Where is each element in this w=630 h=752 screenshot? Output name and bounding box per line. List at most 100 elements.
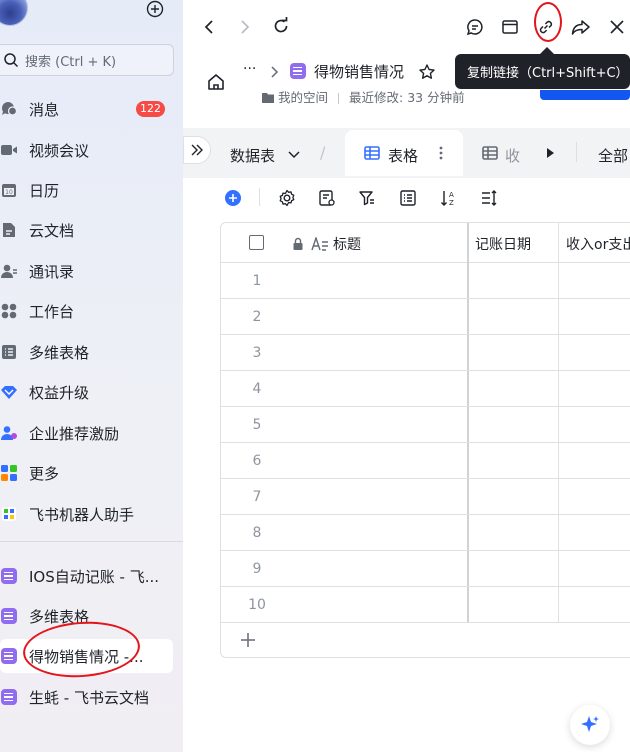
- sidebar-item-label: 消息: [29, 100, 60, 119]
- calendar-icon: 10: [0, 181, 18, 199]
- sidebar-item-label: 得物销售情况 -...: [29, 647, 144, 666]
- bot-icon: [0, 505, 18, 523]
- space-link[interactable]: 我的空间: [278, 90, 328, 105]
- toolbar-divider: [259, 188, 260, 206]
- add-row-icon[interactable]: [239, 631, 257, 653]
- column-header-income-expense[interactable]: 收入or支出: [566, 234, 630, 254]
- tab-grid-label: 表格: [388, 147, 419, 165]
- breadcrumb-ellipsis[interactable]: ···: [243, 61, 256, 77]
- row-number: 7: [252, 489, 262, 505]
- tab-collapsed-view[interactable]: 收: [505, 145, 520, 166]
- table-row[interactable]: 10: [221, 587, 630, 623]
- search-input[interactable]: 搜索 (Ctrl + K): [0, 44, 174, 76]
- sidebar-doc-ios-accounting[interactable]: IOS自动记账 - 飞...: [0, 559, 175, 593]
- sidebar-item-workspace[interactable]: 工作台: [0, 294, 175, 328]
- search-icon: [4, 53, 19, 68]
- row-number: 6: [252, 453, 262, 469]
- last-modified: 最近修改: 33 分钟前: [349, 90, 465, 105]
- sidebar: 搜索 (Ctrl + K) 消息 122 视频会议 10 日历 云文档 通讯录 …: [0, 0, 183, 752]
- grid-view-icon: [480, 143, 500, 163]
- tab-all[interactable]: 全部: [598, 145, 628, 166]
- sidebar-item-messages[interactable]: 消息 122: [0, 92, 175, 126]
- table-row[interactable]: 5: [221, 407, 630, 443]
- window-icon[interactable]: [500, 17, 520, 37]
- table-row[interactable]: 9: [221, 551, 630, 587]
- page-title[interactable]: 得物销售情况: [314, 61, 404, 82]
- folder-icon: [262, 93, 274, 103]
- column-header-date[interactable]: 记账日期: [475, 234, 531, 254]
- ai-assistant-button[interactable]: [570, 705, 610, 745]
- sidebar-item-calendar[interactable]: 10 日历: [0, 173, 175, 207]
- add-record-icon[interactable]: [223, 188, 243, 208]
- search-placeholder: 搜索 (Ctrl + K): [25, 54, 117, 70]
- avatar[interactable]: [0, 0, 28, 26]
- filter-icon[interactable]: [357, 188, 377, 208]
- base-table-icon: [0, 343, 18, 361]
- star-icon[interactable]: [417, 62, 437, 82]
- sort-icon[interactable]: AZ: [439, 188, 459, 208]
- group-icon[interactable]: [398, 188, 418, 208]
- base-doc-icon: [0, 607, 18, 625]
- sidebar-item-bot[interactable]: 飞书机器人助手: [0, 497, 175, 531]
- share-icon[interactable]: [571, 17, 591, 37]
- tab-divider: [576, 142, 577, 162]
- table-row[interactable]: 8: [221, 515, 630, 551]
- sidebar-item-more[interactable]: 更多: [0, 456, 175, 490]
- back-icon[interactable]: [199, 17, 219, 37]
- lock-icon: [292, 236, 304, 255]
- base-doc-icon: [0, 567, 18, 585]
- close-icon[interactable]: [607, 17, 627, 37]
- sidebar-item-label: IOS自动记账 - 飞...: [29, 567, 160, 586]
- sidebar-item-label: 视频会议: [29, 141, 90, 160]
- sidebar-item-contacts[interactable]: 通讯录: [0, 254, 175, 288]
- sidebar-item-label: 更多: [29, 464, 60, 483]
- comment-icon[interactable]: [465, 17, 485, 37]
- chevron-down-icon[interactable]: [284, 145, 304, 165]
- row-number: 3: [252, 345, 262, 361]
- sidebar-item-label: 飞书机器人助手: [29, 505, 135, 524]
- cloud-doc-icon: [0, 221, 18, 239]
- tooltip-arrow: [540, 47, 554, 54]
- datatable-selector[interactable]: 数据表: [230, 145, 275, 166]
- column-header-title[interactable]: 标题: [333, 234, 361, 254]
- svg-text:A: A: [449, 191, 454, 199]
- link-icon[interactable]: [536, 17, 556, 37]
- sidebar-doc-base[interactable]: 多维表格: [0, 599, 175, 633]
- select-all-checkbox[interactable]: [249, 235, 264, 250]
- copy-link-tooltip: 复制链接（Ctrl+Shift+C）: [455, 54, 630, 89]
- video-camera-icon: [0, 141, 18, 159]
- table-row[interactable]: 3: [221, 335, 630, 371]
- row-height-icon[interactable]: [479, 188, 499, 208]
- add-icon[interactable]: [146, 0, 164, 18]
- expand-sidebar-icon[interactable]: [183, 136, 211, 164]
- sidebar-item-docs[interactable]: 云文档: [0, 213, 175, 247]
- table-row[interactable]: 7: [221, 479, 630, 515]
- sidebar-item-video-meeting[interactable]: 视频会议: [0, 133, 175, 167]
- table-row[interactable]: 1: [221, 263, 630, 299]
- forward-icon[interactable]: [235, 17, 255, 37]
- sidebar-item-upgrade[interactable]: 权益升级: [0, 375, 175, 409]
- row-number: 2: [252, 309, 262, 325]
- sidebar-item-base[interactable]: 多维表格: [0, 335, 175, 369]
- refresh-icon[interactable]: [271, 16, 291, 36]
- workspace-grid-icon: [0, 302, 18, 320]
- play-triangle-icon[interactable]: [540, 143, 560, 163]
- sidebar-item-referral[interactable]: 企业推荐激励: [0, 416, 175, 450]
- field-config-icon[interactable]: [317, 188, 337, 208]
- table-row[interactable]: 6: [221, 443, 630, 479]
- row-number: 4: [252, 381, 262, 397]
- sidebar-item-label: 权益升级: [29, 383, 90, 402]
- home-icon[interactable]: [206, 72, 226, 92]
- share-button[interactable]: [540, 90, 630, 100]
- sidebar-doc-dewu-sales[interactable]: 得物销售情况 -...: [0, 639, 173, 673]
- sidebar-divider: [0, 541, 183, 542]
- table-row[interactable]: 4: [221, 371, 630, 407]
- settings-icon[interactable]: [277, 188, 297, 208]
- table-row[interactable]: 2: [221, 299, 630, 335]
- sidebar-item-label: 多维表格: [29, 607, 90, 626]
- base-doc-icon: [0, 688, 18, 706]
- more-vertical-icon[interactable]: [431, 143, 451, 163]
- row-number: 9: [252, 561, 262, 577]
- sidebar-doc-oyster[interactable]: 生蚝 - 飞书云文档: [0, 680, 175, 714]
- doc-meta: 我的空间 最近修改: 33 分钟前: [262, 87, 465, 106]
